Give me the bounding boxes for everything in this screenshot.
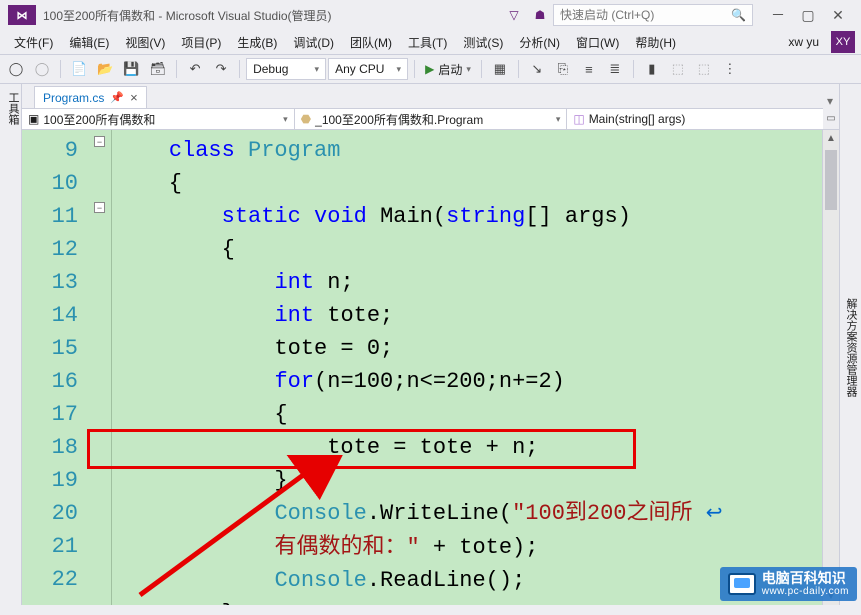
open-file-button[interactable]: 📂	[93, 58, 117, 80]
comment-button[interactable]: ≡	[577, 58, 601, 80]
solution-platform-combo[interactable]: Any CPU▾	[328, 58, 408, 80]
menu-item[interactable]: 窗口(W)	[568, 31, 627, 54]
feedback-icon[interactable]: ☗	[530, 5, 550, 25]
toolbox-tab[interactable]: 工具箱	[0, 84, 22, 605]
menu-item[interactable]: 生成(B)	[229, 31, 285, 54]
save-all-button[interactable]: 🗃	[146, 58, 171, 80]
app-title: 100至200所有偶数和 - Microsoft Visual Studio(管…	[43, 7, 332, 24]
toolbar-btn-1[interactable]: ▦	[488, 58, 512, 80]
toolbar-options[interactable]: ⋮	[718, 58, 742, 80]
menu-item[interactable]: 工具(T)	[400, 31, 455, 54]
menu-item[interactable]: 文件(F)	[6, 31, 61, 54]
toolbar-btn-3[interactable]: ⬚	[692, 58, 716, 80]
user-avatar-badge[interactable]: XY	[831, 31, 855, 53]
scroll-up-button[interactable]: ▲	[823, 130, 839, 147]
menu-item[interactable]: 编辑(E)	[61, 31, 117, 54]
code-content[interactable]: class Program { static void Main(string[…	[112, 130, 839, 605]
watermark-url: www.pc-daily.com	[762, 586, 849, 597]
quick-launch-field[interactable]	[560, 8, 731, 22]
right-dock-tabs: 解决方案资源管理器 团队资源管理器 属性	[839, 84, 861, 605]
title-bar: ⋈ 100至200所有偶数和 - Microsoft Visual Studio…	[0, 0, 861, 30]
menu-item[interactable]: 团队(M)	[342, 31, 400, 54]
quick-launch-input[interactable]: 🔍	[553, 4, 753, 26]
new-project-button[interactable]: 📄	[67, 58, 91, 80]
menu-bar: 文件(F)编辑(E)视图(V)项目(P)生成(B)调试(D)团队(M)工具(T)…	[0, 30, 861, 54]
class-icon: ⬣	[301, 112, 311, 126]
vs-logo-icon: ⋈	[8, 5, 36, 25]
tab-label: Program.cs	[43, 91, 104, 105]
menu-item[interactable]: 视图(V)	[117, 31, 173, 54]
menu-item[interactable]: 测试(S)	[455, 31, 511, 54]
menu-item[interactable]: 分析(N)	[511, 31, 568, 54]
notifications-icon[interactable]: ▽	[504, 5, 524, 25]
fold-toggle-icon[interactable]: −	[94, 136, 105, 147]
undo-button[interactable]: ↶	[183, 58, 207, 80]
menu-item[interactable]: 项目(P)	[173, 31, 229, 54]
minimize-button[interactable]: －	[763, 3, 793, 27]
nav-back-button[interactable]: ◯	[4, 58, 28, 80]
fold-toggle-icon[interactable]: −	[94, 202, 105, 213]
document-tab-bar: Program.cs 📌 × ▾	[22, 84, 839, 108]
solution-explorer-tab[interactable]: 解决方案资源管理器	[841, 294, 861, 401]
line-number-gutter: 910111213141516171819202122	[22, 130, 92, 605]
watermark-title: 电脑百科知识	[762, 571, 849, 586]
redo-button[interactable]: ↷	[209, 58, 233, 80]
method-icon: ◫	[573, 112, 584, 126]
close-tab-icon[interactable]: ×	[130, 90, 138, 105]
search-icon[interactable]: 🔍	[731, 8, 746, 22]
save-button[interactable]: 💾	[119, 58, 143, 80]
maximize-button[interactable]: ▢	[793, 3, 823, 27]
solution-config-combo[interactable]: Debug▾	[246, 58, 326, 80]
class-combo[interactable]: ⬣_100至200所有偶数和.Program▾	[295, 109, 568, 129]
close-button[interactable]: ✕	[823, 3, 853, 27]
csharp-project-icon: ▣	[28, 112, 39, 126]
main-toolbar: ◯ ◯ 📄 📂 💾 🗃 ↶ ↷ Debug▾ Any CPU▾ ▶启动▾ ▦ ↘…	[0, 54, 861, 84]
step-over-button[interactable]: ⎘	[551, 58, 575, 80]
start-debug-button[interactable]: ▶启动▾	[421, 61, 475, 78]
code-editor[interactable]: 910111213141516171819202122 − − class Pr…	[22, 130, 839, 605]
scrollbar-thumb[interactable]	[825, 150, 837, 210]
menu-item[interactable]: 调试(D)	[285, 31, 342, 54]
split-view-button[interactable]: ▭	[823, 108, 839, 130]
toolbar-btn-2[interactable]: ⬚	[666, 58, 690, 80]
signed-in-user[interactable]: xw yu	[780, 32, 827, 52]
menu-item[interactable]: 帮助(H)	[627, 31, 684, 54]
pin-icon[interactable]: 📌	[110, 91, 124, 104]
code-nav-bar: ▣100至200所有偶数和▾ ⬣_100至200所有偶数和.Program▾ ◫…	[22, 108, 839, 130]
uncomment-button[interactable]: ≣	[603, 58, 627, 80]
watermark: 电脑百科知识 www.pc-daily.com	[720, 567, 857, 601]
step-into-button[interactable]: ↘	[525, 58, 549, 80]
watermark-icon	[728, 573, 756, 595]
method-combo[interactable]: ◫Main(string[] args)▾	[567, 109, 839, 129]
nav-fwd-button[interactable]: ◯	[30, 58, 54, 80]
project-combo[interactable]: ▣100至200所有偶数和▾	[22, 109, 295, 129]
tab-overflow-button[interactable]: ▾	[821, 94, 839, 108]
bookmark-button[interactable]: ▮	[640, 58, 664, 80]
vertical-scrollbar[interactable]: ▭ ▲ ▼	[822, 130, 839, 605]
outlining-margin[interactable]: − −	[92, 130, 112, 605]
document-tab-active[interactable]: Program.cs 📌 ×	[34, 86, 147, 108]
